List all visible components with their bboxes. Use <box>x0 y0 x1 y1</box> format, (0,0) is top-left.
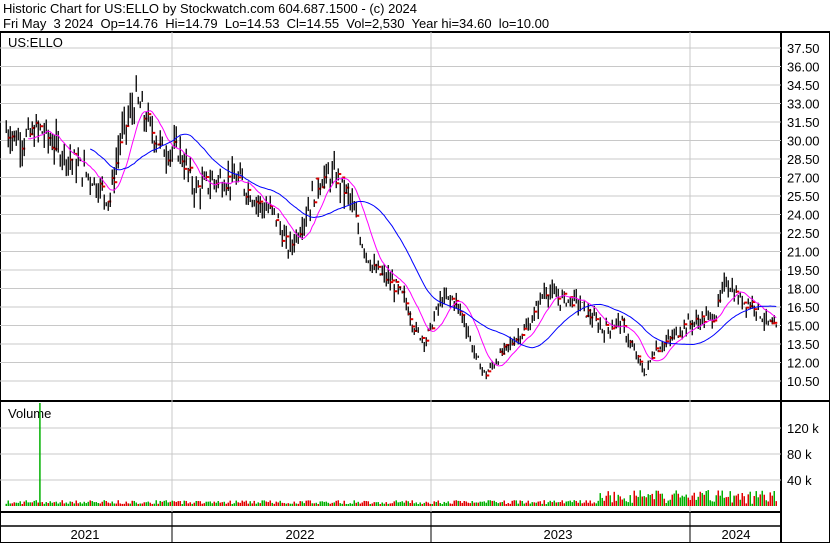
y-tick-label: 15.00 <box>787 319 820 334</box>
y-tick-label: 19.50 <box>787 263 820 278</box>
y-tick-label: 28.50 <box>787 152 820 167</box>
volume-tick-label: 80 k <box>787 447 812 462</box>
y-tick-label: 22.50 <box>787 226 820 241</box>
y-tick-label: 37.50 <box>787 41 820 56</box>
chart-window: Historic Chart for US:ELLO by Stockwatch… <box>0 0 830 543</box>
y-tick-label: 25.50 <box>787 189 820 204</box>
y-tick-label: 34.50 <box>787 78 820 93</box>
price-chart: US:ELLO Volume 37.50 36.00 34.50 33.00 31.50… <box>0 31 830 543</box>
x-year-label: 2024 <box>722 527 751 542</box>
x-year-label: 2022 <box>286 527 315 542</box>
y-tick-label: 10.50 <box>787 374 820 389</box>
y-tick-label: 27.00 <box>787 171 820 186</box>
x-year-label: 2023 <box>544 527 573 542</box>
y-tick-label: 36.00 <box>787 60 820 75</box>
y-tick-label: 21.00 <box>787 245 820 260</box>
volume-label: Volume <box>8 406 51 421</box>
symbol-label: US:ELLO <box>8 35 63 50</box>
y-tick-label: 12.00 <box>787 356 820 371</box>
y-tick-label: 30.00 <box>787 134 820 149</box>
moving-average-line <box>90 133 777 349</box>
y-tick-label: 13.50 <box>787 337 820 352</box>
y-tick-label: 33.00 <box>787 97 820 112</box>
y-tick-label: 31.50 <box>787 115 820 130</box>
volume-tick-label: 120 k <box>787 421 819 436</box>
volume-tick-label: 40 k <box>787 473 812 488</box>
moving-average-line <box>28 110 777 367</box>
y-tick-label: 18.00 <box>787 282 820 297</box>
y-tick-label: 16.50 <box>787 300 820 315</box>
y-tick-label: 24.00 <box>787 208 820 223</box>
x-year-label: 2021 <box>71 527 100 542</box>
